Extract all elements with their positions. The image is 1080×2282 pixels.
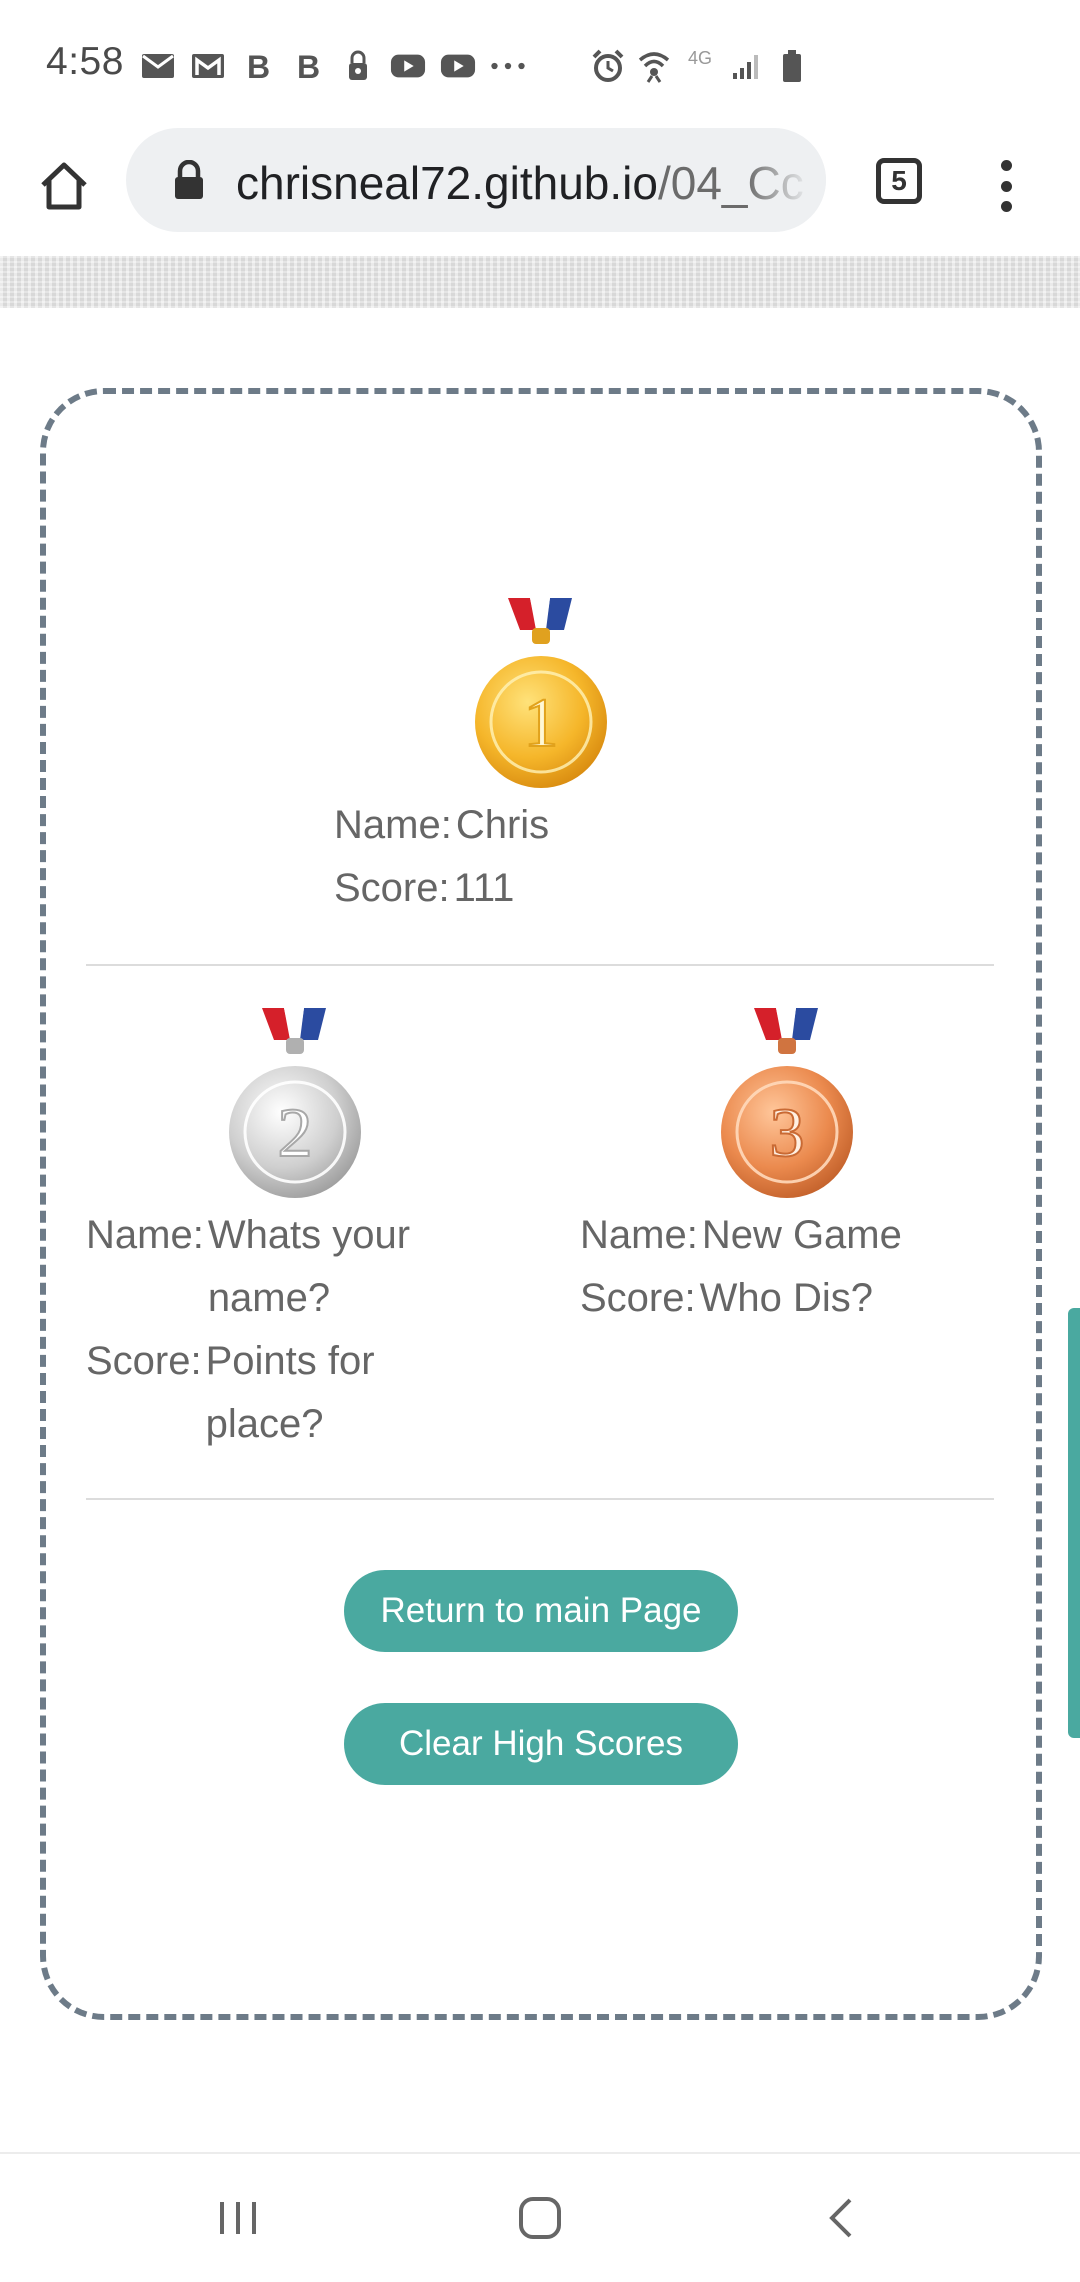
back-button[interactable] [812, 2188, 872, 2248]
lock-notification-icon [340, 48, 376, 84]
system-nav-bar [0, 2152, 1080, 2282]
second-name-row: Name: Whats your name? [86, 1204, 486, 1330]
more-notifications-icon [490, 48, 526, 84]
score-label: Score: [334, 866, 450, 910]
third-score-row: Score: Who Dis? [580, 1267, 980, 1330]
first-name-value: Chris [455, 803, 550, 847]
divider-bottom [86, 1498, 994, 1500]
gold-medal-icon: 1 [475, 598, 607, 788]
first-score-row: Score: 111 [334, 857, 634, 920]
url-fade [746, 128, 826, 232]
url-domain: chrisneal72.github.io [236, 157, 658, 209]
recents-button[interactable] [208, 2188, 268, 2248]
third-score-value: Who Dis? [699, 1276, 873, 1320]
alarm-icon [590, 48, 626, 84]
menu-dot [1000, 201, 1012, 212]
menu-dot [1000, 160, 1012, 171]
browser-toolbar: chrisneal72.github.io/04_Cc 5 [0, 128, 1080, 257]
wifi-icon [636, 48, 672, 84]
status-bar: 4:58 B B 4G [0, 0, 1080, 128]
recents-icon [220, 2202, 256, 2234]
youtube-icon-2 [440, 48, 476, 84]
tab-switcher-button[interactable]: 5 [876, 158, 922, 204]
divider-top [86, 964, 994, 966]
second-score-value: Points for place? [205, 1339, 375, 1446]
silver-medal-icon: 2 [229, 1008, 361, 1198]
b-app-icon: B [240, 48, 276, 84]
bronze-medal-icon: 3 [721, 1008, 853, 1198]
first-score-value: 111 [453, 866, 515, 910]
name-label: Name: [86, 1213, 204, 1257]
system-icons: 4G [590, 44, 810, 88]
more-vert-icon[interactable] [984, 154, 1028, 218]
gold-medal-number: 1 [524, 685, 559, 762]
back-icon [829, 2198, 852, 2238]
email-icon [140, 48, 176, 84]
tab-count: 5 [891, 165, 907, 196]
first-name-row: Name: Chris [334, 794, 634, 857]
svg-text:B: B [247, 51, 270, 81]
second-score-row: Score: Points for place? [86, 1330, 486, 1456]
status-time: 4:58 [46, 40, 124, 83]
clear-high-scores-button[interactable]: Clear High Scores [344, 1703, 738, 1785]
notification-icons: B B [140, 46, 526, 86]
signal-icon [728, 48, 764, 84]
network-type-icon: 4G [682, 48, 718, 84]
browser-home-button[interactable] [32, 154, 96, 218]
second-name-value: Whats your name? [207, 1213, 411, 1320]
nav-home-button[interactable] [510, 2188, 570, 2248]
third-name-row: Name: New Game [580, 1204, 980, 1267]
page-header-texture [0, 256, 1080, 308]
second-place-entry: Name: Whats your name? Score: Points for… [86, 1204, 486, 1456]
gmail-icon [190, 48, 226, 84]
return-to-main-button[interactable]: Return to main Page [344, 1570, 738, 1652]
address-bar[interactable]: chrisneal72.github.io/04_Cc [126, 128, 826, 232]
home-icon [41, 162, 87, 210]
third-place-entry: Name: New Game Score: Who Dis? [580, 1204, 980, 1330]
third-name-value: New Game [701, 1213, 902, 1257]
score-label: Score: [86, 1339, 202, 1383]
home-circle-icon [519, 2197, 561, 2239]
score-label: Score: [580, 1276, 696, 1320]
lock-icon [175, 160, 203, 199]
first-place-entry: Name: Chris Score: 111 [334, 794, 634, 920]
network-type-label: 4G [687, 47, 712, 68]
name-label: Name: [334, 803, 452, 847]
name-label: Name: [580, 1213, 698, 1257]
scrollbar-thumb[interactable] [1068, 1308, 1080, 1738]
b-app-icon-2: B [290, 48, 326, 84]
silver-medal-number: 2 [278, 1095, 313, 1172]
svg-text:B: B [297, 51, 320, 81]
menu-dot [1000, 180, 1012, 192]
bronze-medal-number: 3 [770, 1095, 805, 1172]
url-text: chrisneal72.github.io/04_Cc [236, 156, 804, 210]
battery-icon [774, 48, 810, 84]
youtube-icon [390, 48, 426, 84]
